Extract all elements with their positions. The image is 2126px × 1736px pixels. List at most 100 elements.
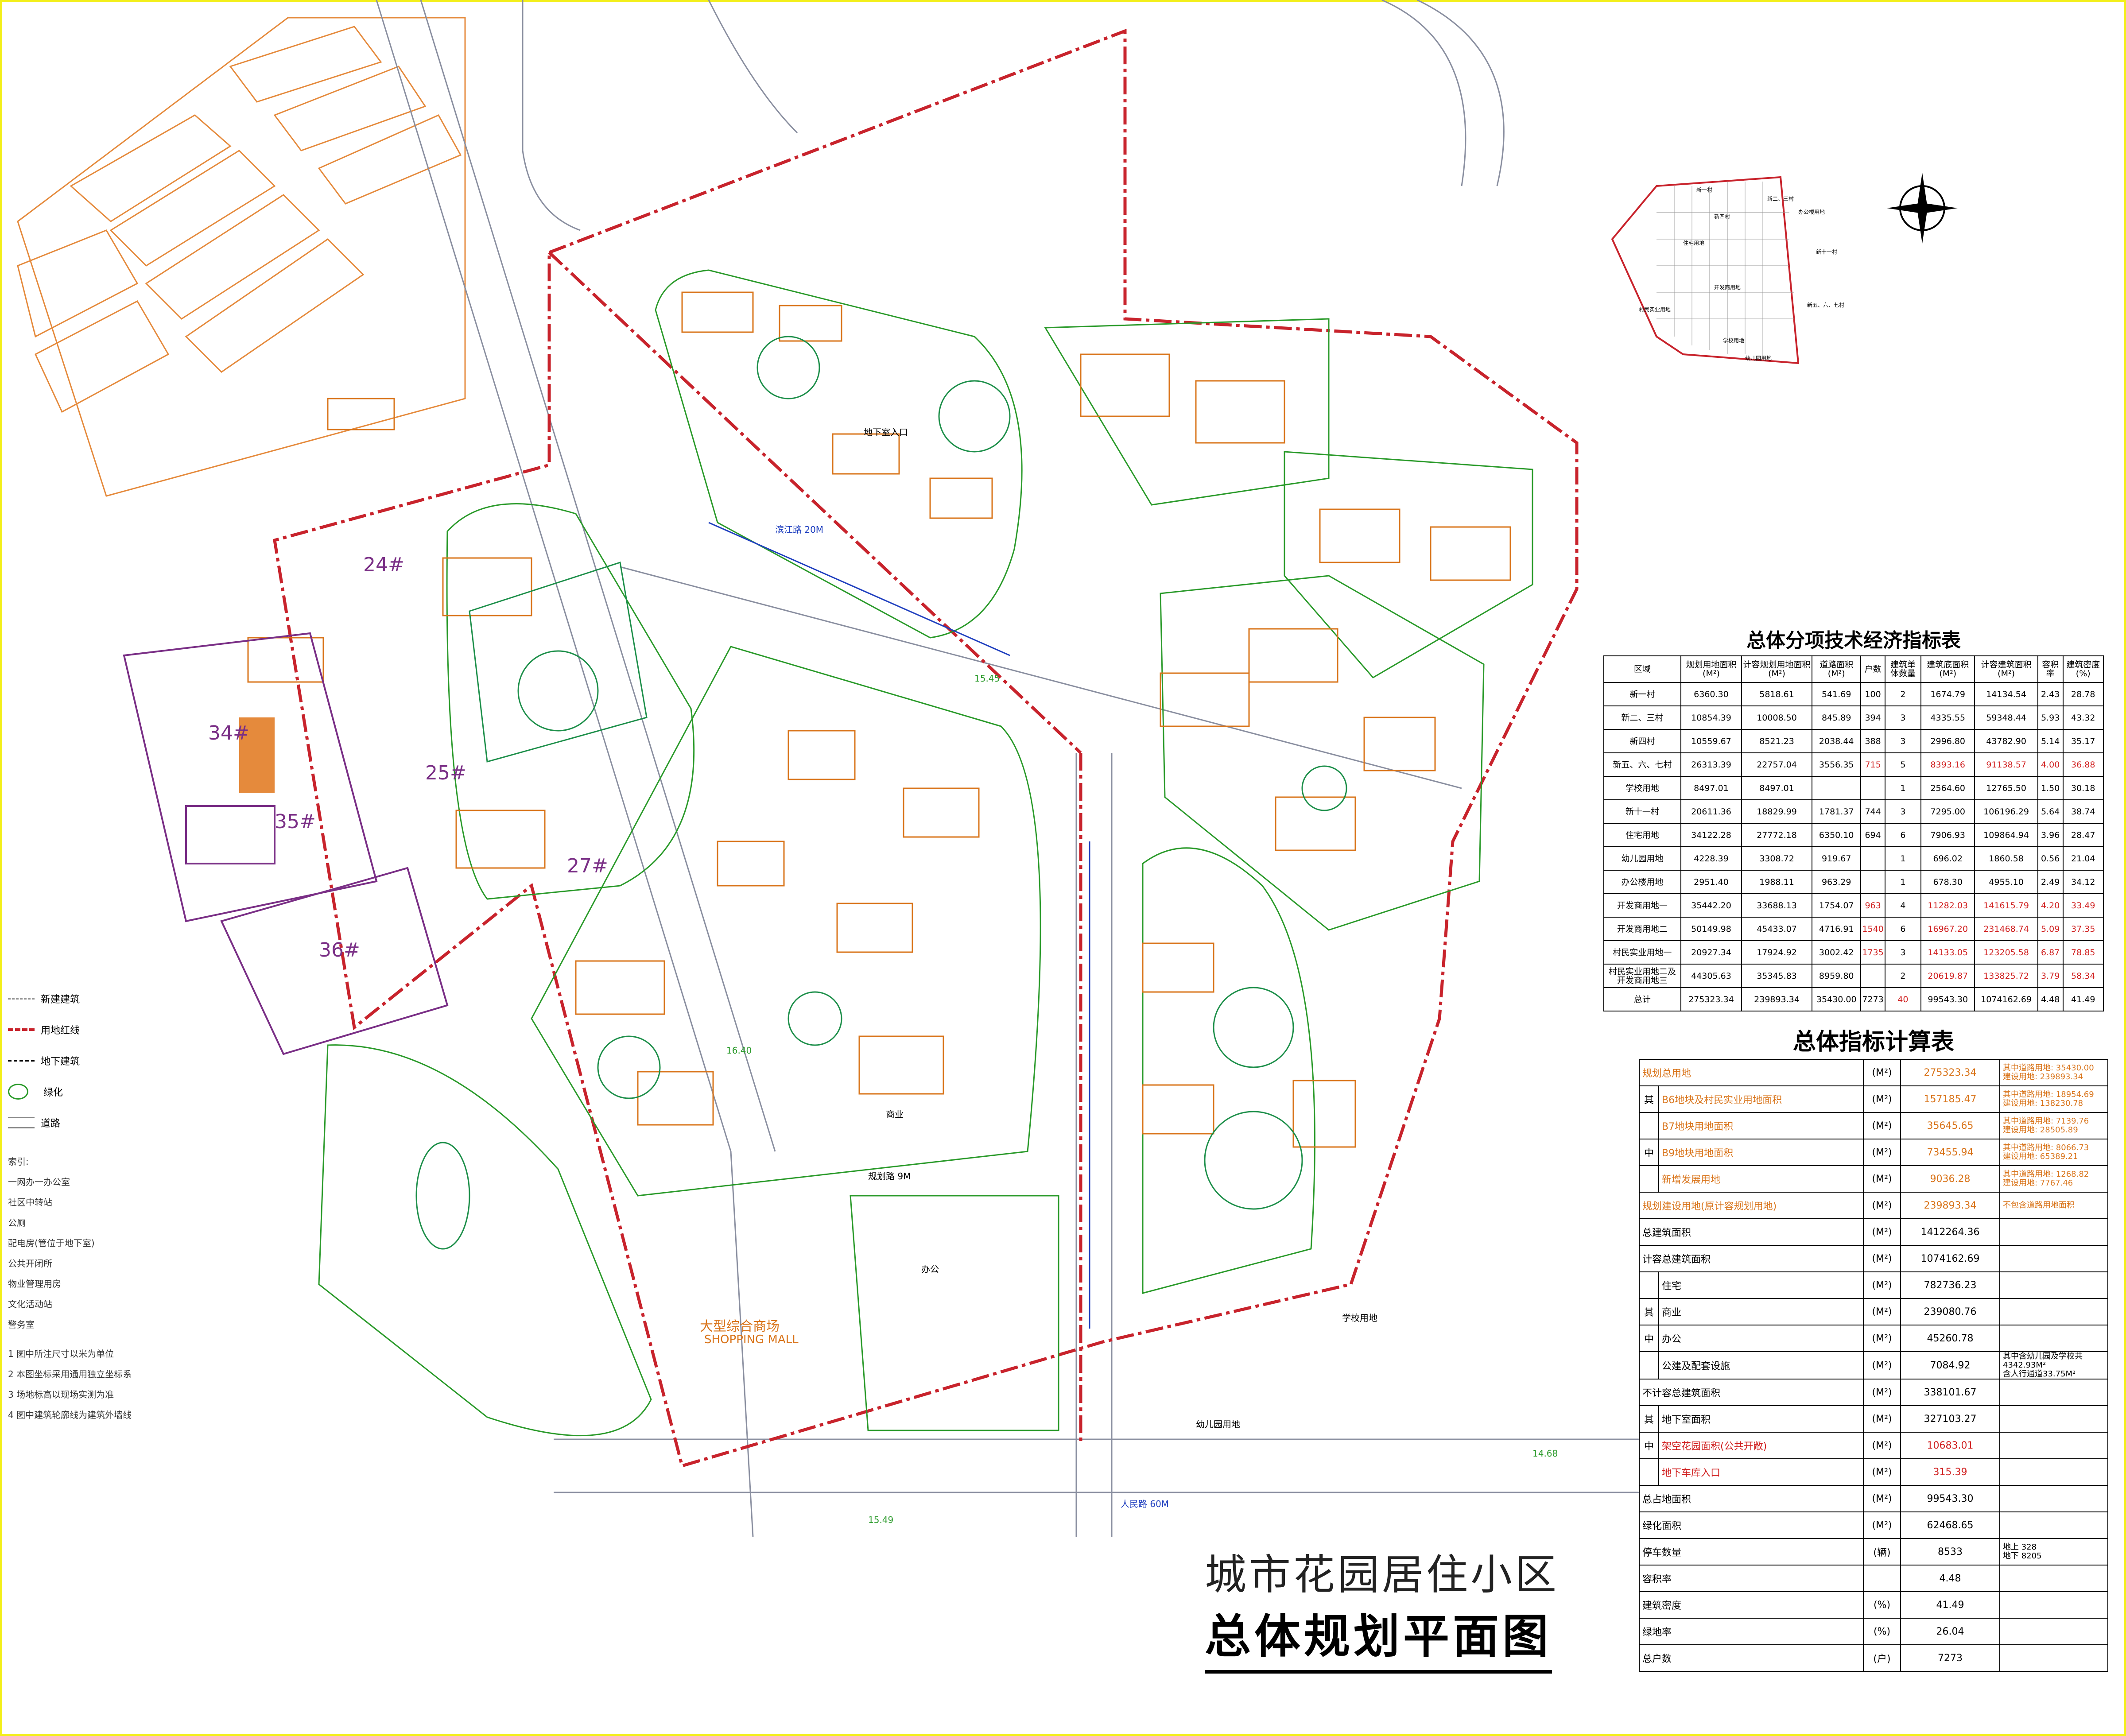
tech-table-cell: 1674.79 xyxy=(1920,682,1975,706)
summary-label: 规划建设用地(原计容规划用地) xyxy=(1639,1192,1864,1219)
summary-label: 绿地率 xyxy=(1639,1618,1864,1645)
summary-row: 其 B6地块及村民实业用地面积 (M²) 157185.47 其中道路用地: 18954… xyxy=(1639,1085,2108,1113)
tech-table-cell: 4.48 xyxy=(2037,987,2064,1011)
tech-table-cell: 4335.55 xyxy=(1920,705,1975,730)
summary-value: 73455.94 xyxy=(1900,1139,2000,1166)
summary-group: 中 xyxy=(1639,1432,1659,1459)
tech-table-cell: 963 xyxy=(1860,893,1885,918)
summary-unit: (户) xyxy=(1863,1644,1901,1672)
label-building-34: 34# xyxy=(208,722,249,744)
tech-table-cell: 办公楼用地 xyxy=(1603,870,1681,894)
summary-note xyxy=(1999,1644,2108,1672)
tech-table-cell: 3 xyxy=(1884,729,1922,753)
drawing-title-2: 总体规划平面图 xyxy=(1205,1599,1552,1674)
summary-label: B7地块用地面积 xyxy=(1658,1112,1864,1139)
tech-table-header: 规划用地面积(M²) xyxy=(1680,655,1742,683)
tech-table-header: 建筑单体数量 xyxy=(1884,655,1922,683)
summary-label: 容积率 xyxy=(1639,1565,1864,1592)
tech-table-row: 新一村 6360.30 5818.61 541.69 100 2 1674.79 14134.… xyxy=(1603,682,2104,706)
tech-table-cell: 963.29 xyxy=(1811,870,1862,894)
label-building-24: 24# xyxy=(363,554,404,576)
red-line-icon xyxy=(8,1028,35,1031)
tech-table-cell: 2 xyxy=(1884,682,1922,706)
summary-value: 1074162.69 xyxy=(1900,1245,2000,1272)
tech-table-header: 区域 xyxy=(1603,655,1681,683)
summary-label: 不计容总建筑面积 xyxy=(1639,1379,1864,1406)
summary-unit: (M²) xyxy=(1863,1405,1901,1433)
summary-label: 总建筑面积 xyxy=(1639,1218,1864,1246)
summary-value: 7273 xyxy=(1900,1644,2000,1672)
label-building-25: 25# xyxy=(425,762,466,784)
summary-row: 建筑密度 (%) 41.49 xyxy=(1639,1591,2108,1619)
tech-table-cell: 106196.29 xyxy=(1974,799,2038,824)
summary-table: 规划总用地 (M²) 275323.34 其中道路用地: 35430.00 建设用地:… xyxy=(1639,1059,2108,1672)
summary-row: 规划建设用地(原计容规划用地) (M²) 239893.34 不包含道路用地面积 xyxy=(1639,1192,2108,1219)
tech-table-cell: 8959.80 xyxy=(1811,964,1862,988)
summary-row: 公建及配套设施 (M²) 7084.92 其中含幼儿园及学校共4342.93M² 含人… xyxy=(1639,1351,2108,1380)
tech-table-row: 新二、三村 10854.39 10008.50 845.89 394 3 4335.55 59… xyxy=(1603,705,2104,730)
tech-table-cell: 4716.91 xyxy=(1811,917,1862,941)
drawing-title-1: 城市花园居住小区 xyxy=(1205,1551,1560,1599)
neighbor-parcels xyxy=(17,17,466,497)
tech-table-cell: 8497.01 xyxy=(1680,776,1742,800)
label-building-35: 35# xyxy=(275,810,316,833)
tech-table-header: 建筑密度(%) xyxy=(2062,655,2104,683)
inset-label-1: 新一村 xyxy=(1696,187,1713,193)
summary-label: 停车数量 xyxy=(1639,1538,1864,1566)
inset-label-11: 村民实业用地 xyxy=(1639,306,1671,313)
notes: 索引: 一网办一办公室 社区中转站 公厕 配电房(管位于地下室) 公共开闭所 物… xyxy=(8,1156,132,1420)
tech-table-cell: 21.04 xyxy=(2062,846,2104,871)
summary-note xyxy=(1999,1432,2108,1459)
tech-table-cell: 4228.39 xyxy=(1680,846,1742,871)
tech-table-cell: 5.64 xyxy=(2037,799,2064,824)
tech-table-cell: 78.85 xyxy=(2062,940,2104,965)
tech-table-cell: 59348.44 xyxy=(1974,705,2038,730)
tech-table-row: 幼儿园用地 4228.39 3308.72 919.67 1 696.02 1860.58 0… xyxy=(1603,846,2104,871)
legend-item: 地下建筑 xyxy=(8,1045,80,1076)
tech-table-cell: 开发商用地二 xyxy=(1603,917,1681,941)
tech-table-cell: 744 xyxy=(1860,799,1885,824)
summary-row: 住宅 (M²) 782736.23 xyxy=(1639,1271,2108,1299)
inset-label-10: 幼儿园用地 xyxy=(1745,355,1772,361)
tech-table-cell: 1.50 xyxy=(2037,776,2064,800)
inset-label-7: 开发商用地 xyxy=(1714,284,1741,291)
summary-unit: (M²) xyxy=(1863,1112,1901,1139)
summary-label: 商业 xyxy=(1658,1298,1864,1325)
tech-table-cell: 4.20 xyxy=(2037,893,2064,918)
tech-table-cell: 99543.30 xyxy=(1920,987,1975,1011)
tech-table-cell: 6360.30 xyxy=(1680,682,1742,706)
tech-table-cell: 住宅用地 xyxy=(1603,823,1681,847)
tech-table-cell: 28.47 xyxy=(2062,823,2104,847)
tech-table-cell: 231468.74 xyxy=(1974,917,2038,941)
summary-unit: (M²) xyxy=(1863,1139,1901,1166)
tech-table-cell: 30.18 xyxy=(2062,776,2104,800)
tech-table-cell: 3556.35 xyxy=(1811,752,1862,777)
summary-note xyxy=(1999,1591,2108,1619)
tech-table-cell: 7273 xyxy=(1860,987,1885,1011)
summary-unit: (%) xyxy=(1863,1618,1901,1645)
label-kindergarten: 幼儿园用地 xyxy=(1196,1419,1240,1430)
tech-table-cell: 715 xyxy=(1860,752,1885,777)
tech-table-cell: 91138.57 xyxy=(1974,752,2038,777)
tech-table-cell xyxy=(1860,870,1885,894)
inset-label-6: 办公楼用地 xyxy=(1798,209,1825,215)
summary-group: 中 xyxy=(1639,1139,1659,1166)
tech-table-cell: 696.02 xyxy=(1920,846,1975,871)
summary-row: 停车数量 (辆) 8533 地上 328 地下 8205 xyxy=(1639,1538,2108,1566)
tech-table-cell: 20619.87 xyxy=(1920,964,1975,988)
tech-table-row: 总计 275323.34 239893.34 35430.00 7273 40 99543.… xyxy=(1603,987,2104,1011)
summary-value: 4.48 xyxy=(1900,1565,2000,1592)
tech-table-cell: 2951.40 xyxy=(1680,870,1742,894)
tech-table-cell: 7295.00 xyxy=(1920,799,1975,824)
summary-note xyxy=(1999,1271,2108,1299)
tech-table-title: 总体分项技术经济指标表 xyxy=(1746,629,1961,652)
summary-unit: (M²) xyxy=(1863,1192,1901,1219)
tech-table-cell: 6350.10 xyxy=(1811,823,1862,847)
summary-note: 其中道路用地: 8066.73 建设用地: 65389.21 xyxy=(1999,1139,2108,1166)
summary-row: 绿化面积 (M²) 62468.65 xyxy=(1639,1511,2108,1539)
tech-table-cell: 8393.16 xyxy=(1920,752,1975,777)
road-centerlines xyxy=(708,522,1090,1329)
tech-table-cell: 2 xyxy=(1884,964,1922,988)
tech-table-row: 学校用地 8497.01 8497.01 1 2564.60 12765.50 1.50 30… xyxy=(1603,776,2104,800)
summary-table-block: 总体指标计算表 规划总用地 (M²) 275323.34 其中道路用地: 35430.… xyxy=(1639,1023,2108,1672)
